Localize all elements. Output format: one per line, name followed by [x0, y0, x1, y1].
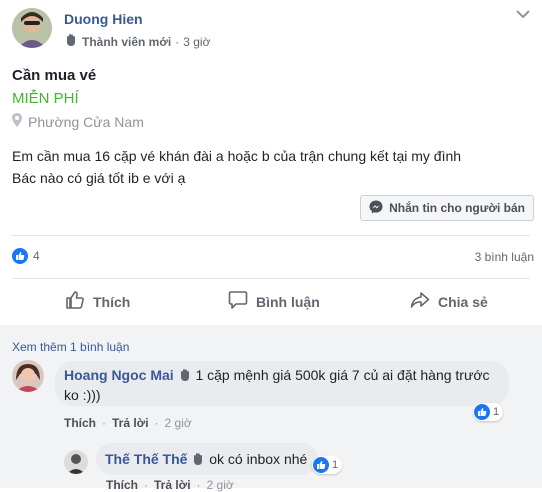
- comment-text: 1 cặp mệnh giá 500k giá 7 củ ai đặt hàng…: [195, 367, 490, 383]
- reply-text: ok có inbox nhé: [209, 451, 308, 467]
- chevron-down-icon[interactable]: [516, 9, 530, 19]
- marketplace-post: Duong Hien Thành viên mới · 3 giờ Cần mu…: [0, 0, 542, 492]
- description-line-2: Bác nào có giá tốt ib e với ạ: [12, 170, 186, 186]
- comment-reactions[interactable]: 1: [473, 403, 504, 421]
- location-text: Phường Cửa Nam: [28, 113, 144, 130]
- reply-text-line: Thế Thế Thế ok có inbox nhé: [105, 451, 307, 469]
- divider: [12, 235, 530, 236]
- reply-actions: Thích · Trả lời · 2 giờ: [106, 478, 234, 492]
- comment-text-line-1: Hoang Ngoc Mai 1 cặp mệnh giá 500k giá 7…: [64, 367, 490, 385]
- author-avatar[interactable]: [12, 8, 52, 48]
- share-label: Chia sẻ: [438, 293, 488, 310]
- listing-title: Cần mua vé: [12, 67, 97, 84]
- listing-price: MIỄN PHÍ: [12, 90, 79, 107]
- reply-reply-link[interactable]: Trả lời: [154, 478, 191, 492]
- post-time[interactable]: 3 giờ: [183, 35, 210, 49]
- post-meta: Thành viên mới · 3 giờ: [64, 33, 210, 50]
- wave-icon: [178, 368, 192, 385]
- like-button[interactable]: Thích: [65, 290, 130, 313]
- view-more-comments-link[interactable]: Xem thêm 1 bình luận: [12, 340, 129, 354]
- comment-label: Bình luận: [256, 293, 320, 310]
- like-label: Thích: [93, 293, 131, 310]
- divider: [12, 278, 530, 279]
- comment-actions: Thích · Trả lời · 2 giờ: [64, 416, 192, 430]
- listing-description: Em cần mua 16 cặp vé khán đài a hoặc b c…: [12, 145, 461, 189]
- comment-icon: [228, 290, 248, 313]
- comment-like-link[interactable]: Thích: [64, 416, 96, 430]
- location-pin-icon: [12, 113, 22, 130]
- reaction-summary[interactable]: 4: [12, 248, 40, 264]
- reply-author[interactable]: Thế Thế Thế: [105, 451, 187, 467]
- reply-bubble: Thế Thế Thế ok có inbox nhé: [96, 443, 318, 475]
- like-icon: [12, 248, 28, 264]
- message-seller-button[interactable]: Nhắn tin cho người bán: [360, 195, 534, 221]
- wave-icon: [191, 452, 205, 469]
- commenter-avatar[interactable]: [12, 360, 44, 392]
- comment-count[interactable]: 3 bình luận: [475, 250, 534, 264]
- reply-reaction-count: 1: [332, 459, 339, 471]
- comment-time[interactable]: 2 giờ: [165, 416, 192, 430]
- comment-reply-link[interactable]: Trả lời: [112, 416, 149, 430]
- comment-reaction-count: 1: [493, 406, 500, 418]
- replier-avatar[interactable]: [64, 450, 88, 474]
- reaction-count: 4: [33, 249, 40, 263]
- like-icon: [313, 457, 329, 473]
- wave-icon: [64, 33, 78, 50]
- comment-button[interactable]: Bình luận: [228, 290, 320, 313]
- reply-like-link[interactable]: Thích: [106, 478, 138, 492]
- share-button[interactable]: Chia sẻ: [410, 290, 488, 313]
- author-name[interactable]: Duong Hien: [64, 11, 143, 27]
- listing-location: Phường Cửa Nam: [12, 113, 144, 130]
- like-icon: [65, 290, 85, 313]
- like-icon: [474, 404, 490, 420]
- message-seller-label: Nhắn tin cho người bán: [389, 201, 525, 215]
- share-icon: [410, 290, 430, 313]
- reply-reactions[interactable]: 1: [312, 456, 343, 474]
- comment-bubble: Hoang Ngoc Mai 1 cặp mệnh giá 500k giá 7…: [55, 361, 509, 406]
- comment-author[interactable]: Hoang Ngoc Mai: [64, 367, 174, 383]
- messenger-icon: [369, 200, 383, 217]
- member-role: Thành viên mới: [82, 34, 172, 49]
- reply-time[interactable]: 2 giờ: [207, 478, 234, 492]
- description-line-1: Em cần mua 16 cặp vé khán đài a hoặc b c…: [12, 148, 462, 164]
- meta-dot: ·: [175, 34, 180, 49]
- comment-text-line-2: ko :))): [64, 387, 101, 403]
